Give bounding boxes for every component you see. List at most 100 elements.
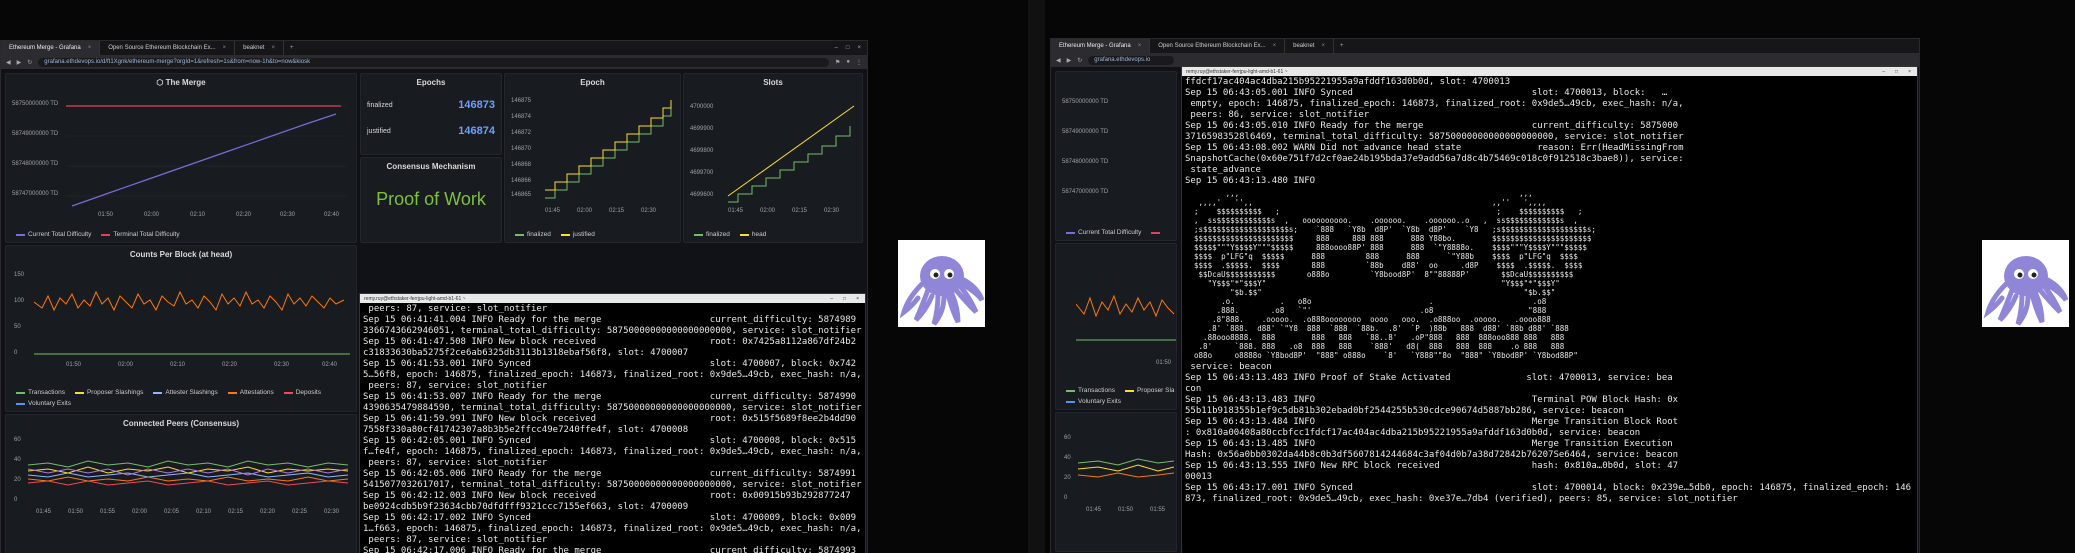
browser-tab-bar: Ethereum Merge - Grafana × Open Source Et… <box>1051 39 1919 53</box>
url-bar: ◀ ▶ ↻ grafana.ethdevops.io <box>1051 53 1919 67</box>
forward-icon[interactable]: ▶ <box>17 59 22 66</box>
mascot-image <box>1982 240 2069 327</box>
ethereum-icon: ⬡ <box>156 78 166 87</box>
x-tick: 02:40 <box>322 362 338 368</box>
counts-chart <box>1076 294 1176 341</box>
x-tick: 01:55 <box>100 509 116 515</box>
new-tab-button[interactable]: + <box>284 45 300 51</box>
close-icon[interactable]: × <box>271 45 275 51</box>
x-tick: 02:15 <box>792 208 808 214</box>
y-tick: 146870 <box>511 146 532 152</box>
epochs-panel: Epochs finalized 146873 justified 146874 <box>360 73 502 155</box>
counts-per-block-panel: Counts Per Block (at head) 150 100 50 0 … <box>5 245 357 412</box>
browser-tab-grafana[interactable]: Ethereum Merge - Grafana × <box>1051 39 1151 53</box>
right-screen-capture: Ethereum Merge - Grafana × Open Source Et… <box>1045 0 2075 553</box>
maximize-icon[interactable]: □ <box>1895 69 1898 75</box>
y-tick: 58748000000 TD <box>1062 159 1109 165</box>
legend-item[interactable]: Current Total Difficulty <box>16 231 91 238</box>
url-text: grafana.ethdevops.io <box>1094 57 1151 63</box>
panel-title: Connected Peers (Consensus) <box>122 419 240 428</box>
legend-item[interactable]: Proposer Slashings <box>74 389 143 396</box>
window-controls: – □ × <box>835 45 867 51</box>
close-icon[interactable]: × <box>1908 69 1911 75</box>
maximize-icon[interactable]: □ <box>846 45 850 51</box>
legend-item[interactable]: head <box>739 231 766 238</box>
browser-tab-explorer[interactable]: Open Source Ethereum Blockchain Ex... × <box>100 41 236 55</box>
legend-item[interactable]: Attestations <box>227 389 274 396</box>
panel-title: Slots <box>763 78 783 87</box>
lighthouse-ascii-art: ,,, ,,, ,,,,' '',, ,,'' ',,,, ; $$$$$$$$… <box>1194 189 1596 360</box>
profile-icon[interactable]: ● <box>846 59 850 65</box>
close-icon[interactable]: × <box>88 45 92 51</box>
legend-item[interactable]: Proposer Sla <box>1124 387 1175 394</box>
legend-item[interactable]: Voluntary Exits <box>1066 398 1121 405</box>
x-tick: 02:30 <box>274 362 290 368</box>
forward-icon[interactable]: ▶ <box>1067 57 1072 64</box>
legend-item[interactable]: Voluntary Exits <box>16 400 71 407</box>
minimize-icon[interactable]: – <box>835 45 838 51</box>
legend-item[interactable] <box>1151 229 1161 236</box>
browser-tab-beaknet[interactable]: beaknet × <box>1285 39 1334 53</box>
terminal-output-footer: service: beacon Sep 15 06:43:13.483 INFO… <box>1185 362 1912 504</box>
terminal-titlebar[interactable]: remy.ruy@ethstaker-ferrjpu-light-amd-b1-… <box>360 294 865 303</box>
x-tick: 01:50 <box>66 362 82 368</box>
legend-item[interactable]: Attester Slashings <box>153 389 218 396</box>
minimize-icon[interactable]: – <box>830 296 833 302</box>
minimize-icon[interactable]: – <box>1882 69 1885 75</box>
x-tick: 02:30 <box>641 208 657 214</box>
legend-item[interactable]: finalized <box>694 231 730 238</box>
x-tick: 01:55 <box>1150 507 1166 513</box>
terminal-window[interactable]: remy.ruy@ethstaker-ferrjpu-light-amd-b1-… <box>359 293 866 553</box>
y-tick: 50 <box>14 324 21 330</box>
legend-item[interactable]: finalized <box>515 231 551 238</box>
terminal-titlebar[interactable]: remy.ruy@ethstaker-ferrjpu-light-amd-b1-… <box>1182 67 1917 76</box>
y-tick: 40 <box>14 457 21 463</box>
x-tick: 02:00 <box>577 208 593 214</box>
close-icon[interactable]: × <box>1138 43 1142 49</box>
slots-legend: finalized head <box>694 231 766 238</box>
extension-icon[interactable]: ⚑ <box>835 59 840 66</box>
peers-chart <box>28 460 349 486</box>
x-tick: 02:25 <box>292 509 308 515</box>
x-tick: 02:10 <box>190 212 206 218</box>
reload-icon[interactable]: ↻ <box>27 59 32 66</box>
x-tick: 01:45 <box>545 208 561 214</box>
address-input[interactable]: grafana.ethdevops.io/d/ft1Xgnk/ethereum-… <box>38 57 829 67</box>
x-tick: 02:10 <box>170 362 186 368</box>
browser-tab-grafana[interactable]: Ethereum Merge - Grafana × <box>1 41 101 55</box>
y-tick: 60 <box>1064 435 1071 441</box>
new-tab-button[interactable]: + <box>1334 43 1350 49</box>
y-tick: 4699700 <box>690 170 714 176</box>
legend-item[interactable]: Terminal Total Difficulty <box>101 231 180 238</box>
back-icon[interactable]: ◀ <box>6 59 11 66</box>
consensus-value: Proof of Work <box>376 189 486 209</box>
maximize-icon[interactable]: □ <box>843 296 846 302</box>
legend-item[interactable]: Current Total Difficulty <box>1066 229 1141 236</box>
browser-tab-bar: Ethereum Merge - Grafana × Open Source Et… <box>1 41 867 55</box>
close-icon[interactable]: × <box>856 296 859 302</box>
tab-label: Open Source Ethereum Blockchain Ex... <box>108 45 216 51</box>
epoch-step-chart <box>545 100 672 199</box>
x-tick: 02:00 <box>144 212 160 218</box>
x-tick: 02:00 <box>132 509 148 515</box>
close-icon[interactable]: × <box>223 45 227 51</box>
legend-item[interactable]: Transactions <box>1066 387 1115 394</box>
close-icon[interactable]: × <box>1321 43 1325 49</box>
reload-icon[interactable]: ↻ <box>1077 57 1082 64</box>
legend-item[interactable]: Transactions <box>16 389 65 396</box>
y-tick: 58748000000 TD <box>12 161 59 167</box>
legend-item[interactable]: Deposits <box>283 389 321 396</box>
address-input[interactable]: grafana.ethdevops.io <box>1088 55 1175 65</box>
connected-peers-panel-partial: 60 40 20 0 01:45 01:50 01:55 <box>1055 412 1177 552</box>
close-window-icon[interactable]: × <box>857 45 861 51</box>
merge-legend: Current Total Difficulty Terminal Total … <box>16 231 180 238</box>
back-icon[interactable]: ◀ <box>1056 57 1061 64</box>
terminal-window[interactable]: remy.ruy@ethstaker-ferrjpu-light-amd-b1-… <box>1181 66 1918 553</box>
browser-tab-beaknet[interactable]: beaknet × <box>235 41 284 55</box>
y-tick: 146872 <box>511 130 532 136</box>
legend-item[interactable]: justified <box>560 231 595 238</box>
close-icon[interactable]: × <box>1273 43 1277 49</box>
menu-icon[interactable]: ⋮ <box>856 59 862 66</box>
y-tick: 58747000000 TD <box>12 191 59 197</box>
browser-tab-explorer[interactable]: Open Source Ethereum Blockchain Ex... × <box>1150 39 1286 53</box>
